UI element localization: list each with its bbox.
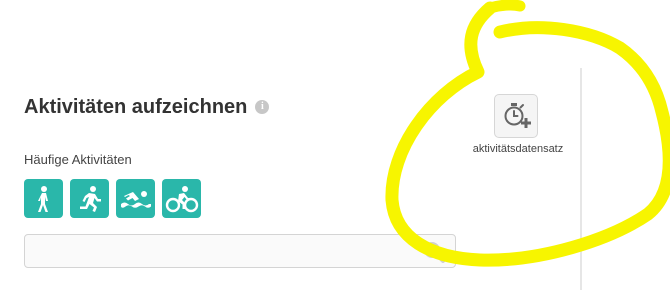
page-heading: Aktivitäten aufzeichnen i: [24, 93, 270, 121]
activity-walking-button[interactable]: [24, 179, 63, 218]
stopwatch-plus-icon: [504, 103, 531, 128]
search-icon[interactable]: [423, 241, 445, 268]
walking-icon: [37, 185, 48, 212]
add-activity-dataset-button[interactable]: [494, 94, 538, 138]
search-input[interactable]: [33, 235, 423, 267]
swimming-icon: [120, 190, 151, 208]
frequent-activities-list: [24, 179, 201, 218]
frequent-activities-label: Häufige Aktivitäten: [24, 152, 132, 167]
activity-cycling-button[interactable]: [162, 179, 201, 218]
info-icon[interactable]: i: [255, 100, 270, 114]
running-icon: [79, 185, 101, 212]
activity-running-button[interactable]: [70, 179, 109, 218]
add-activity-dataset-label: aktivitätsdatensatz: [472, 143, 564, 155]
cycling-icon: [165, 185, 198, 212]
panel-divider: [580, 68, 582, 290]
activity-search-box: [24, 234, 456, 268]
activity-swimming-button[interactable]: [116, 179, 155, 218]
page-title: Aktivitäten aufzeichnen: [24, 96, 248, 118]
page: Aktivitäten aufzeichnen i Häufige Aktivi…: [0, 0, 670, 290]
